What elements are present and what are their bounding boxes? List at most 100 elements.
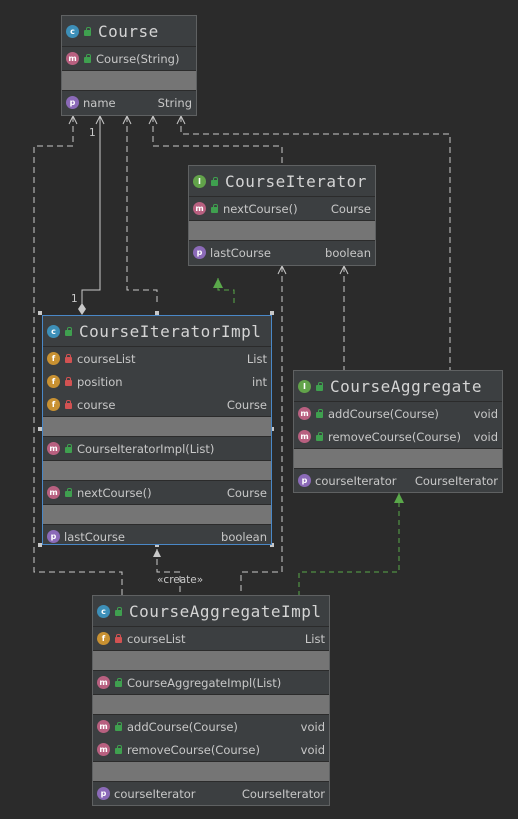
method-row[interactable]: m nextCourse() Course [189, 197, 375, 220]
public-lock-icon [315, 381, 324, 391]
method-icon: m [298, 430, 311, 443]
method-icon: m [97, 720, 110, 733]
empty-section [62, 70, 196, 91]
class-course[interactable]: c Course m Course(String) p name String [61, 15, 197, 116]
public-lock-icon [64, 444, 73, 453]
class-header: c CourseIteratorImpl [43, 316, 271, 347]
property-icon: p [66, 96, 79, 109]
constructor-label: Course(String) [96, 51, 180, 66]
class-icon: c [47, 324, 60, 338]
constructor-row[interactable]: m Course(String) [62, 47, 196, 70]
method-icon: m [47, 486, 60, 499]
field-name: courseList [77, 351, 136, 366]
method-row[interactable]: m nextCourse() Course [43, 481, 271, 504]
private-lock-icon [64, 354, 73, 363]
interface-icon: I [298, 379, 311, 393]
empty-section [189, 220, 375, 241]
public-lock-icon [114, 606, 123, 616]
class-name: CourseAggregateImpl [129, 601, 322, 621]
public-lock-icon [64, 488, 73, 497]
method-icon: m [47, 442, 60, 455]
constructor-label: CourseIteratorImpl(List) [77, 441, 215, 456]
property-row[interactable]: p courseIterator CourseIterator [93, 782, 329, 805]
method-name: removeCourse(Course) [328, 429, 461, 444]
class-name: CourseIteratorImpl [79, 321, 262, 341]
private-lock-icon [64, 377, 73, 386]
public-lock-icon [83, 54, 92, 63]
class-header: I CourseAggregate [294, 371, 502, 402]
interface-course-aggregate[interactable]: I CourseAggregate m addCourse(Course) vo… [293, 370, 503, 493]
field-name: course [77, 397, 116, 412]
property-icon: p [298, 474, 311, 487]
property-row[interactable]: p courseIterator CourseIterator [294, 469, 502, 492]
method-row[interactable]: m addCourse(Course) void [93, 715, 329, 738]
property-icon: p [47, 530, 60, 543]
empty-section [93, 761, 329, 782]
property-type: CourseIterator [414, 473, 498, 488]
interface-icon: I [193, 174, 206, 188]
property-icon: p [97, 787, 110, 800]
field-icon: f [47, 398, 60, 411]
property-row[interactable]: p lastCourse boolean [43, 525, 271, 548]
field-type: int [252, 374, 267, 389]
public-lock-icon [114, 745, 123, 754]
method-icon: m [66, 52, 79, 65]
field-row[interactable]: f courseList List [93, 627, 329, 650]
field-row[interactable]: f position int [43, 370, 271, 393]
method-row[interactable]: m addCourse(Course) void [294, 402, 502, 425]
field-row[interactable]: f courseList List [43, 347, 271, 370]
public-lock-icon [210, 176, 219, 186]
field-icon: f [97, 632, 110, 645]
private-lock-icon [64, 400, 73, 409]
field-name: courseList [127, 631, 186, 646]
property-type: String [157, 95, 192, 110]
property-row[interactable]: p lastCourse boolean [189, 241, 375, 264]
method-name: removeCourse(Course) [127, 742, 260, 757]
field-type: List [246, 351, 267, 366]
edge-impl-realization [217, 278, 235, 305]
edge-impl-course-dependency-2 [126, 116, 158, 305]
method-name: addCourse(Course) [328, 406, 439, 421]
edge-aggimpl-realization [298, 493, 400, 595]
empty-section [93, 650, 329, 671]
edge-course-aggregation [81, 116, 101, 305]
empty-section [43, 460, 271, 481]
class-name: CourseAggregate [330, 376, 482, 396]
method-type: void [300, 719, 325, 734]
empty-section [43, 504, 271, 525]
class-course-iterator-impl[interactable]: c CourseIteratorImpl f courseList List f… [42, 315, 272, 545]
class-name: CourseIterator [225, 171, 367, 191]
constructor-row[interactable]: m CourseAggregateImpl(List) [93, 671, 329, 694]
multiplicity-course: 1 [89, 127, 96, 139]
class-icon: c [66, 24, 79, 38]
constructor-row[interactable]: m CourseIteratorImpl(List) [43, 437, 271, 460]
method-type: void [473, 406, 498, 421]
private-lock-icon [114, 634, 123, 643]
method-type: Course [226, 485, 267, 500]
field-row[interactable]: f course Course [43, 393, 271, 416]
create-stereotype: «create» [157, 574, 204, 586]
public-lock-icon [315, 432, 324, 441]
field-type: Course [226, 397, 267, 412]
field-icon: f [47, 352, 60, 365]
method-icon: m [97, 743, 110, 756]
constructor-label: CourseAggregateImpl(List) [127, 675, 282, 690]
field-name: position [77, 374, 123, 389]
method-name: nextCourse() [77, 485, 152, 500]
public-lock-icon [64, 326, 73, 336]
class-header: I CourseIterator [189, 166, 375, 197]
property-type: boolean [325, 245, 371, 260]
public-lock-icon [114, 722, 123, 731]
empty-section [294, 448, 502, 469]
class-header: c CourseAggregateImpl [93, 596, 329, 627]
interface-course-iterator[interactable]: I CourseIterator m nextCourse() Course p… [188, 165, 376, 266]
property-name: courseIterator [315, 473, 397, 488]
property-row[interactable]: p name String [62, 91, 196, 114]
public-lock-icon [114, 678, 123, 687]
field-type: List [304, 631, 325, 646]
class-course-aggregate-impl[interactable]: c CourseAggregateImpl f courseList List … [92, 595, 330, 806]
method-row[interactable]: m removeCourse(Course) void [294, 425, 502, 448]
public-lock-icon [315, 409, 324, 418]
method-row[interactable]: m removeCourse(Course) void [93, 738, 329, 761]
method-type: void [473, 429, 498, 444]
